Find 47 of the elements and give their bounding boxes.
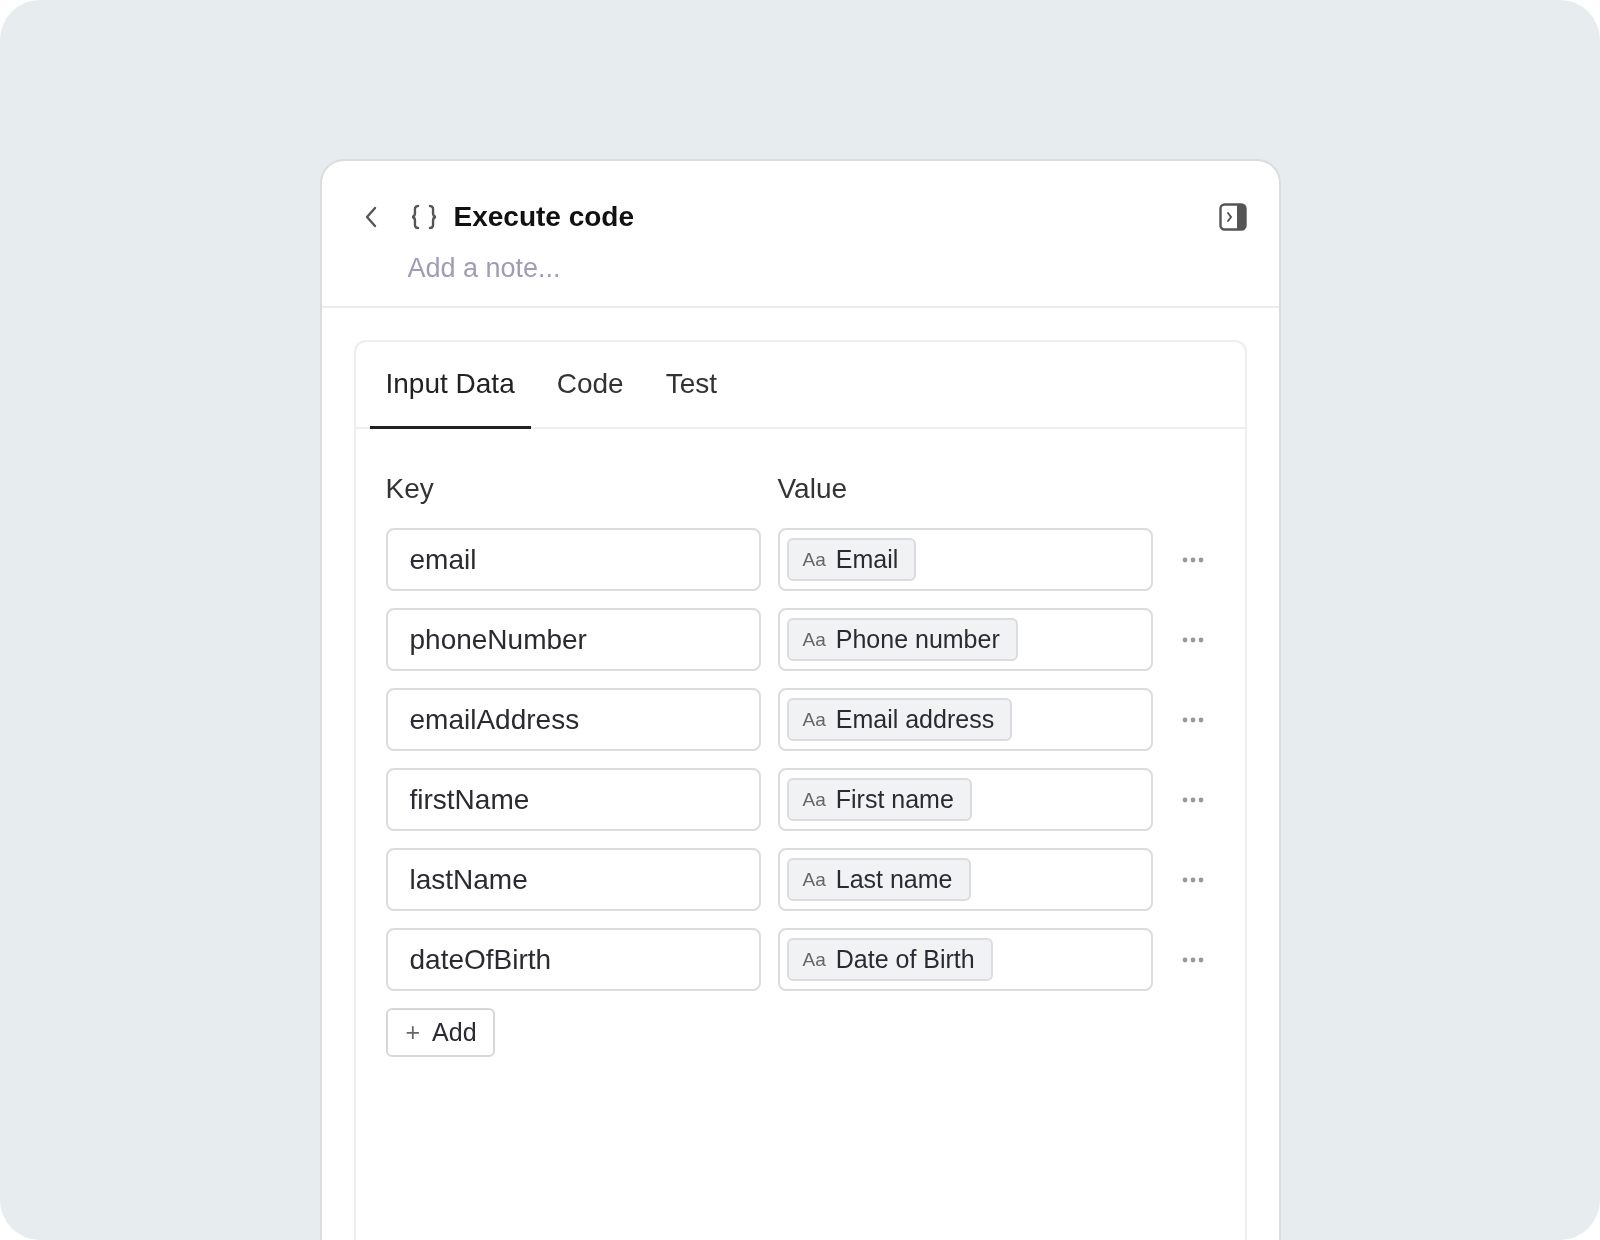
key-field[interactable]: email bbox=[385, 528, 761, 591]
value-token[interactable]: Aa Email address bbox=[786, 698, 1013, 741]
code-braces-icon bbox=[409, 204, 438, 230]
tab[interactable]: Code bbox=[540, 342, 640, 429]
value-field[interactable]: Aa First name bbox=[777, 768, 1153, 831]
tab[interactable]: Test bbox=[649, 342, 733, 429]
token-label: First name bbox=[835, 785, 954, 814]
more-icon[interactable] bbox=[1181, 716, 1204, 723]
more-icon[interactable] bbox=[1181, 636, 1204, 643]
token-label: Date of Birth bbox=[835, 945, 975, 974]
value-field[interactable]: Aa Email address bbox=[777, 688, 1153, 751]
more-icon[interactable] bbox=[1181, 556, 1204, 563]
value-field[interactable]: Aa Phone number bbox=[777, 608, 1153, 671]
value-field[interactable]: Aa Date of Birth bbox=[777, 928, 1153, 991]
token-label: Phone number bbox=[835, 625, 1000, 654]
value-token[interactable]: Aa Date of Birth bbox=[786, 938, 993, 981]
panel-toggle-icon[interactable] bbox=[1218, 203, 1247, 231]
key-field[interactable]: lastName bbox=[385, 848, 761, 911]
column-header: Value bbox=[777, 473, 849, 505]
note-field[interactable]: Add a note... bbox=[407, 253, 808, 284]
more-icon[interactable] bbox=[1181, 796, 1204, 803]
more-icon[interactable] bbox=[1181, 876, 1204, 883]
value-field[interactable]: Aa Last name bbox=[777, 848, 1153, 911]
text-type-icon: Aa bbox=[802, 868, 826, 891]
tab[interactable]: Input Data bbox=[369, 342, 531, 429]
token-label: Last name bbox=[835, 865, 953, 894]
column-header: Key bbox=[385, 473, 435, 505]
text-type-icon: Aa bbox=[802, 788, 826, 811]
key-field[interactable]: firstName bbox=[385, 768, 761, 831]
key-field[interactable]: phoneNumber bbox=[385, 608, 761, 671]
panel-title: Execute code bbox=[453, 201, 635, 233]
text-type-icon: Aa bbox=[802, 548, 826, 571]
text-type-icon: Aa bbox=[802, 948, 826, 971]
more-icon[interactable] bbox=[1181, 956, 1204, 963]
value-token[interactable]: Aa Last name bbox=[786, 858, 971, 901]
value-token[interactable]: Aa Phone number bbox=[786, 618, 1018, 661]
key-field[interactable]: dateOfBirth bbox=[385, 928, 761, 991]
value-token[interactable]: Aa First name bbox=[786, 778, 972, 821]
text-type-icon: Aa bbox=[802, 628, 826, 651]
text-type-icon: Aa bbox=[802, 708, 826, 731]
token-label: Email bbox=[835, 545, 899, 574]
key-field[interactable]: emailAddress bbox=[385, 688, 761, 751]
value-field[interactable]: Aa Email bbox=[777, 528, 1153, 591]
value-token[interactable]: Aa Email bbox=[786, 538, 917, 581]
token-label: Email address bbox=[835, 705, 995, 734]
back-icon[interactable] bbox=[363, 205, 378, 229]
add-button[interactable]: + Add bbox=[385, 1008, 495, 1057]
